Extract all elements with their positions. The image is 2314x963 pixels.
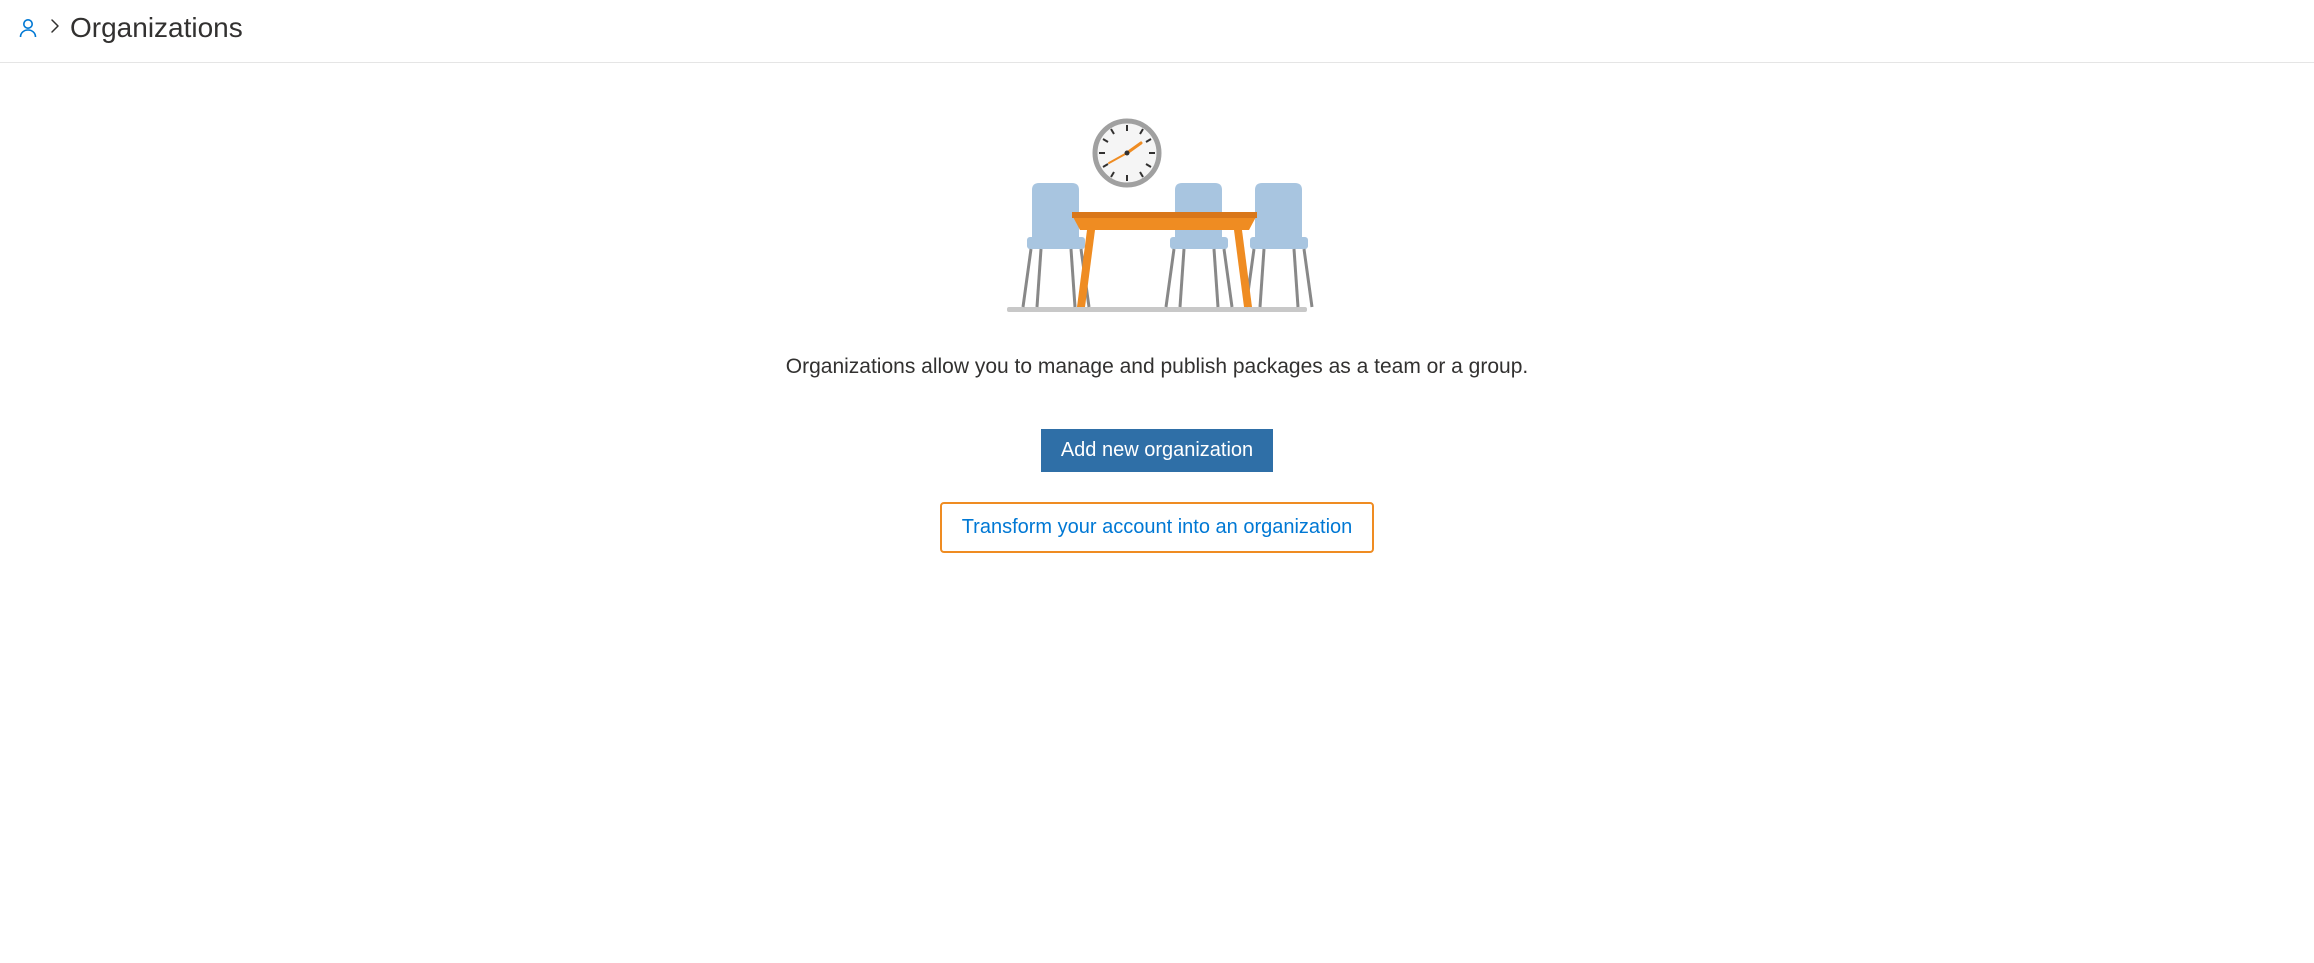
- breadcrumb: Organizations: [0, 0, 2314, 63]
- user-icon[interactable]: [16, 16, 40, 40]
- add-new-organization-button[interactable]: Add new organization: [1041, 429, 1273, 472]
- empty-state: Organizations allow you to manage and pu…: [0, 63, 2314, 553]
- transform-account-button[interactable]: Transform your account into an organizat…: [940, 502, 1375, 553]
- empty-state-description: Organizations allow you to manage and pu…: [786, 355, 1528, 379]
- meeting-room-illustration: [997, 115, 1317, 315]
- chevron-right-icon: [50, 18, 60, 39]
- page-title: Organizations: [70, 12, 243, 44]
